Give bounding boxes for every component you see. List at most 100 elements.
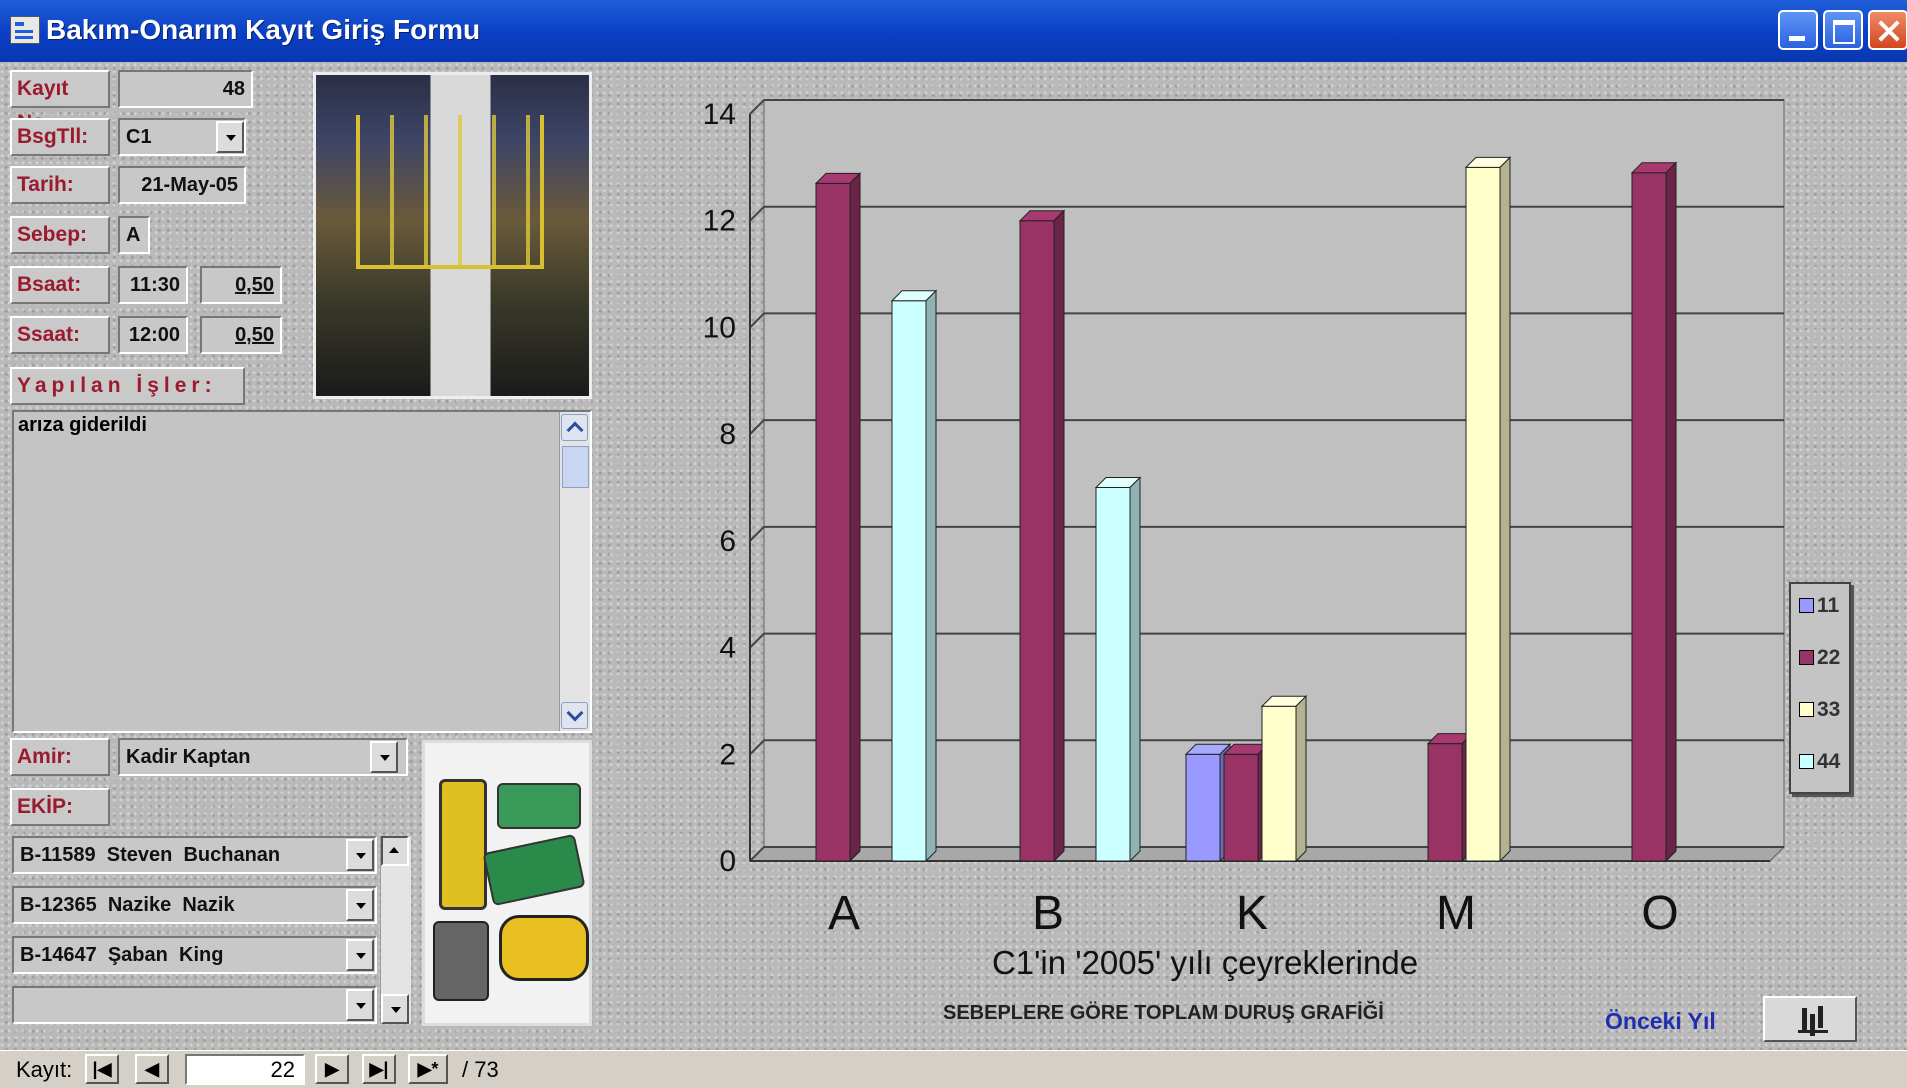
bar: [1223, 753, 1259, 862]
amir-combo[interactable]: Kadir Kaptan: [118, 738, 408, 776]
onceki-yil-link[interactable]: Önceki Yıl: [1605, 1008, 1716, 1035]
bsaat-duration-field[interactable]: 0,50: [200, 266, 282, 304]
device-image: [497, 783, 581, 829]
ekip-label: EKİP:: [10, 788, 110, 826]
bar: [1631, 172, 1667, 862]
bar-side: [1053, 209, 1065, 863]
last-record-button[interactable]: ▶|: [362, 1054, 396, 1084]
prev-record-button[interactable]: ◀: [135, 1054, 169, 1084]
ekip-row-new[interactable]: [12, 986, 377, 1024]
amir-label: Amir:: [10, 738, 110, 776]
window-title: Bakım-Onarım Kayıt Giriş Formu: [46, 14, 481, 45]
ekip-row[interactable]: B-14647 Şaban King: [12, 936, 377, 974]
ekip-surname: Nazik: [182, 894, 235, 916]
bar-side: [849, 172, 861, 863]
bar: [1427, 743, 1463, 862]
scroll-down-icon[interactable]: [561, 702, 588, 729]
yapilan-isler-textarea[interactable]: arıza giderildi: [12, 410, 592, 733]
device-image: [499, 915, 589, 981]
legend-item: 11: [1799, 594, 1839, 618]
scroll-thumb[interactable]: [562, 446, 589, 488]
next-record-button[interactable]: ▶: [315, 1054, 349, 1084]
remote-controls-photo: [422, 740, 592, 1026]
kayit-no-label: Kayıt No:: [10, 70, 110, 134]
amir-dropdown-button[interactable]: [370, 741, 398, 773]
new-record-button[interactable]: ▶*: [408, 1054, 448, 1084]
bsgtll-dropdown-button[interactable]: [216, 121, 244, 153]
ekip-row[interactable]: B-12365 Nazike Nazik: [12, 886, 377, 924]
scroll-up-icon[interactable]: [561, 414, 588, 441]
y-tick-label: 0: [719, 845, 736, 878]
chart-button[interactable]: [1763, 996, 1857, 1042]
ssaat-label: Ssaat:: [10, 316, 110, 354]
bar-side: [1665, 161, 1677, 863]
bar-side: [925, 289, 937, 863]
bar: [815, 182, 851, 862]
tarih-field[interactable]: 21-May-05: [118, 166, 246, 204]
bar: [1261, 705, 1297, 862]
ekip-row[interactable]: B-11589 Steven Buchanan: [12, 836, 377, 874]
chart-title: C1'in '2005' yılı çeyreklerinde: [992, 944, 1418, 981]
bsgtll-label: BsgTll:: [10, 118, 110, 156]
yapilan-isler-label: Yapılan İşler:: [10, 367, 245, 405]
tarih-label: Tarih:: [10, 166, 110, 204]
ekip-id: B-14647: [20, 944, 97, 966]
ekip-scroll-down-icon[interactable]: [381, 994, 409, 1024]
ekip-row-dropdown-button[interactable]: [346, 989, 374, 1021]
ekip-name: Steven: [106, 844, 173, 866]
record-navigator: Kayıt: |◀ ◀ 22 ▶ ▶| ▶* / 73: [0, 1050, 1907, 1088]
ekip-scroll-up-icon[interactable]: [381, 836, 409, 866]
ekip-name: Şaban: [107, 944, 168, 966]
ekip-row-dropdown-button[interactable]: [346, 939, 374, 971]
bsaat-time-field[interactable]: 11:30: [118, 266, 188, 304]
title-bar: Bakım-Onarım Kayıt Giriş Formu: [0, 0, 1907, 62]
bar: [1465, 166, 1501, 862]
ekip-row-dropdown-button[interactable]: [346, 839, 374, 871]
ekip-scrollbar[interactable]: [380, 836, 411, 1024]
first-record-button[interactable]: |◀: [85, 1054, 119, 1084]
legend-item: 33: [1799, 698, 1840, 722]
y-tick-label: 8: [719, 418, 736, 451]
x-tick-label: M: [1436, 887, 1476, 940]
x-tick-label: K: [1236, 887, 1268, 940]
x-tick-label: B: [1032, 887, 1064, 940]
y-tick-label: 4: [719, 632, 736, 665]
ekip-id: B-12365: [20, 894, 97, 916]
factory-photo: [313, 72, 592, 399]
maximize-button[interactable]: [1823, 10, 1863, 50]
device-image: [482, 833, 586, 907]
ekip-surname: Buchanan: [183, 844, 281, 866]
record-total: / 73: [462, 1057, 499, 1082]
legend-item: 44: [1799, 750, 1840, 774]
device-image: [439, 779, 487, 910]
bar-side: [1295, 695, 1307, 863]
x-tick-label: O: [1641, 887, 1678, 940]
chart-subtitle: SEBEPLERE GÖRE TOPLAM DURUŞ GRAFİĞİ: [943, 1002, 1384, 1024]
device-image: [433, 921, 489, 1001]
y-tick-label: 10: [703, 311, 736, 344]
ekip-surname: King: [179, 944, 224, 966]
kayit-no-field[interactable]: 48: [118, 70, 253, 108]
minimize-button[interactable]: [1778, 10, 1818, 50]
bar-side: [1129, 476, 1141, 863]
record-number-input[interactable]: 22: [185, 1054, 305, 1085]
chart-svg: 0 2 4 6 8 10 12 14 A B K M O C1'in '2005' yılı çeyrek…: [703, 98, 1786, 981]
yapilan-isler-text: arıza giderildi: [18, 414, 147, 436]
legend-item: 22: [1799, 646, 1840, 670]
ssaat-time-field[interactable]: 12:00: [118, 316, 188, 354]
ssaat-duration-field[interactable]: 0,50: [200, 316, 282, 354]
bar-chart: 0 2 4 6 8 10 12 14 A B K M O C1'in '2005' yılı çeyrek…: [605, 62, 1867, 1050]
sebep-label: Sebep:: [10, 216, 110, 254]
memo-scrollbar[interactable]: [559, 412, 590, 731]
bar: [891, 300, 927, 862]
ekip-name: Nazike: [107, 894, 172, 916]
bar-side: [1499, 156, 1511, 863]
record-label: Kayıt:: [16, 1057, 73, 1082]
y-tick-label: 6: [719, 525, 736, 558]
sebep-field[interactable]: A: [118, 216, 150, 254]
chart-legend: 11 22 33 44: [1789, 582, 1851, 794]
ekip-row-dropdown-button[interactable]: [346, 889, 374, 921]
y-tick-label: 2: [719, 738, 736, 771]
close-button[interactable]: [1868, 10, 1907, 50]
x-tick-label: A: [828, 887, 860, 940]
